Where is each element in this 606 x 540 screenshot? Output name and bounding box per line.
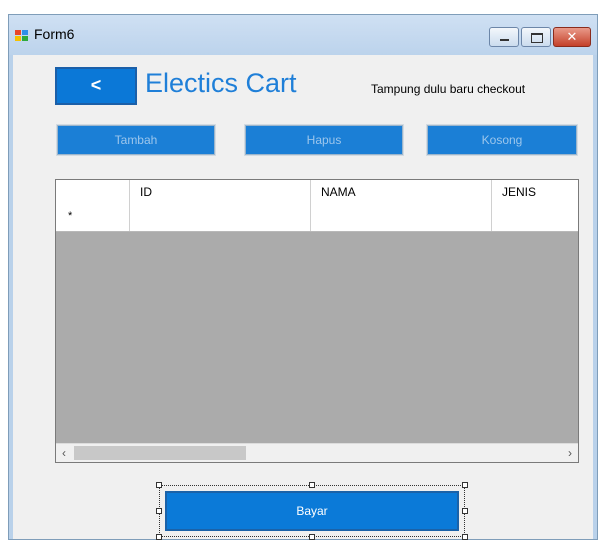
- close-icon: [554, 28, 590, 46]
- horizontal-scrollbar[interactable]: ‹ ›: [56, 443, 578, 462]
- form-client-area: < Electics Cart Tampung dulu baru checko…: [13, 55, 593, 540]
- column-header-jenis[interactable]: JENIS: [492, 180, 582, 204]
- grid-header-row: ID NAMA JENIS: [56, 180, 578, 205]
- row-selector[interactable]: *: [56, 204, 130, 231]
- kosong-button[interactable]: Kosong: [426, 124, 578, 156]
- cart-data-grid[interactable]: ID NAMA JENIS * ‹ ›: [55, 179, 579, 463]
- title-bar[interactable]: Form6: [9, 15, 597, 55]
- row-header-corner[interactable]: [56, 180, 130, 204]
- hapus-button[interactable]: Hapus: [244, 124, 404, 156]
- form-window: Form6 < Electics Cart Tampung dulu baru …: [8, 14, 598, 540]
- scroll-left-icon[interactable]: ‹: [56, 444, 72, 462]
- column-header-id[interactable]: ID: [130, 180, 311, 204]
- resize-handle[interactable]: [309, 482, 315, 488]
- cell-id[interactable]: [130, 204, 311, 231]
- minimize-icon: [490, 28, 518, 46]
- cell-jenis[interactable]: [492, 204, 582, 231]
- new-row-marker: *: [68, 210, 73, 222]
- window-title: Form6: [34, 26, 75, 42]
- resize-handle[interactable]: [156, 534, 162, 540]
- resize-handle[interactable]: [462, 482, 468, 488]
- back-button[interactable]: <: [55, 67, 137, 105]
- new-row[interactable]: *: [56, 204, 578, 232]
- tambah-button[interactable]: Tambah: [56, 124, 216, 156]
- maximize-icon: [522, 28, 550, 46]
- resize-handle[interactable]: [156, 482, 162, 488]
- scroll-right-icon[interactable]: ›: [562, 444, 578, 462]
- checkout-note: Tampung dulu baru checkout: [371, 82, 526, 96]
- cell-nama[interactable]: [311, 204, 492, 231]
- form-icon: [15, 30, 28, 41]
- resize-handle[interactable]: [462, 534, 468, 540]
- resize-handle[interactable]: [309, 534, 315, 540]
- maximize-button[interactable]: [521, 27, 551, 47]
- column-header-nama[interactable]: NAMA: [311, 180, 492, 204]
- resize-handle[interactable]: [156, 508, 162, 514]
- close-button[interactable]: [553, 27, 591, 47]
- minimize-button[interactable]: [489, 27, 519, 47]
- scroll-thumb[interactable]: [74, 446, 246, 460]
- bayar-button[interactable]: Bayar: [165, 491, 459, 531]
- resize-handle[interactable]: [462, 508, 468, 514]
- page-title: Electics Cart: [145, 68, 297, 98]
